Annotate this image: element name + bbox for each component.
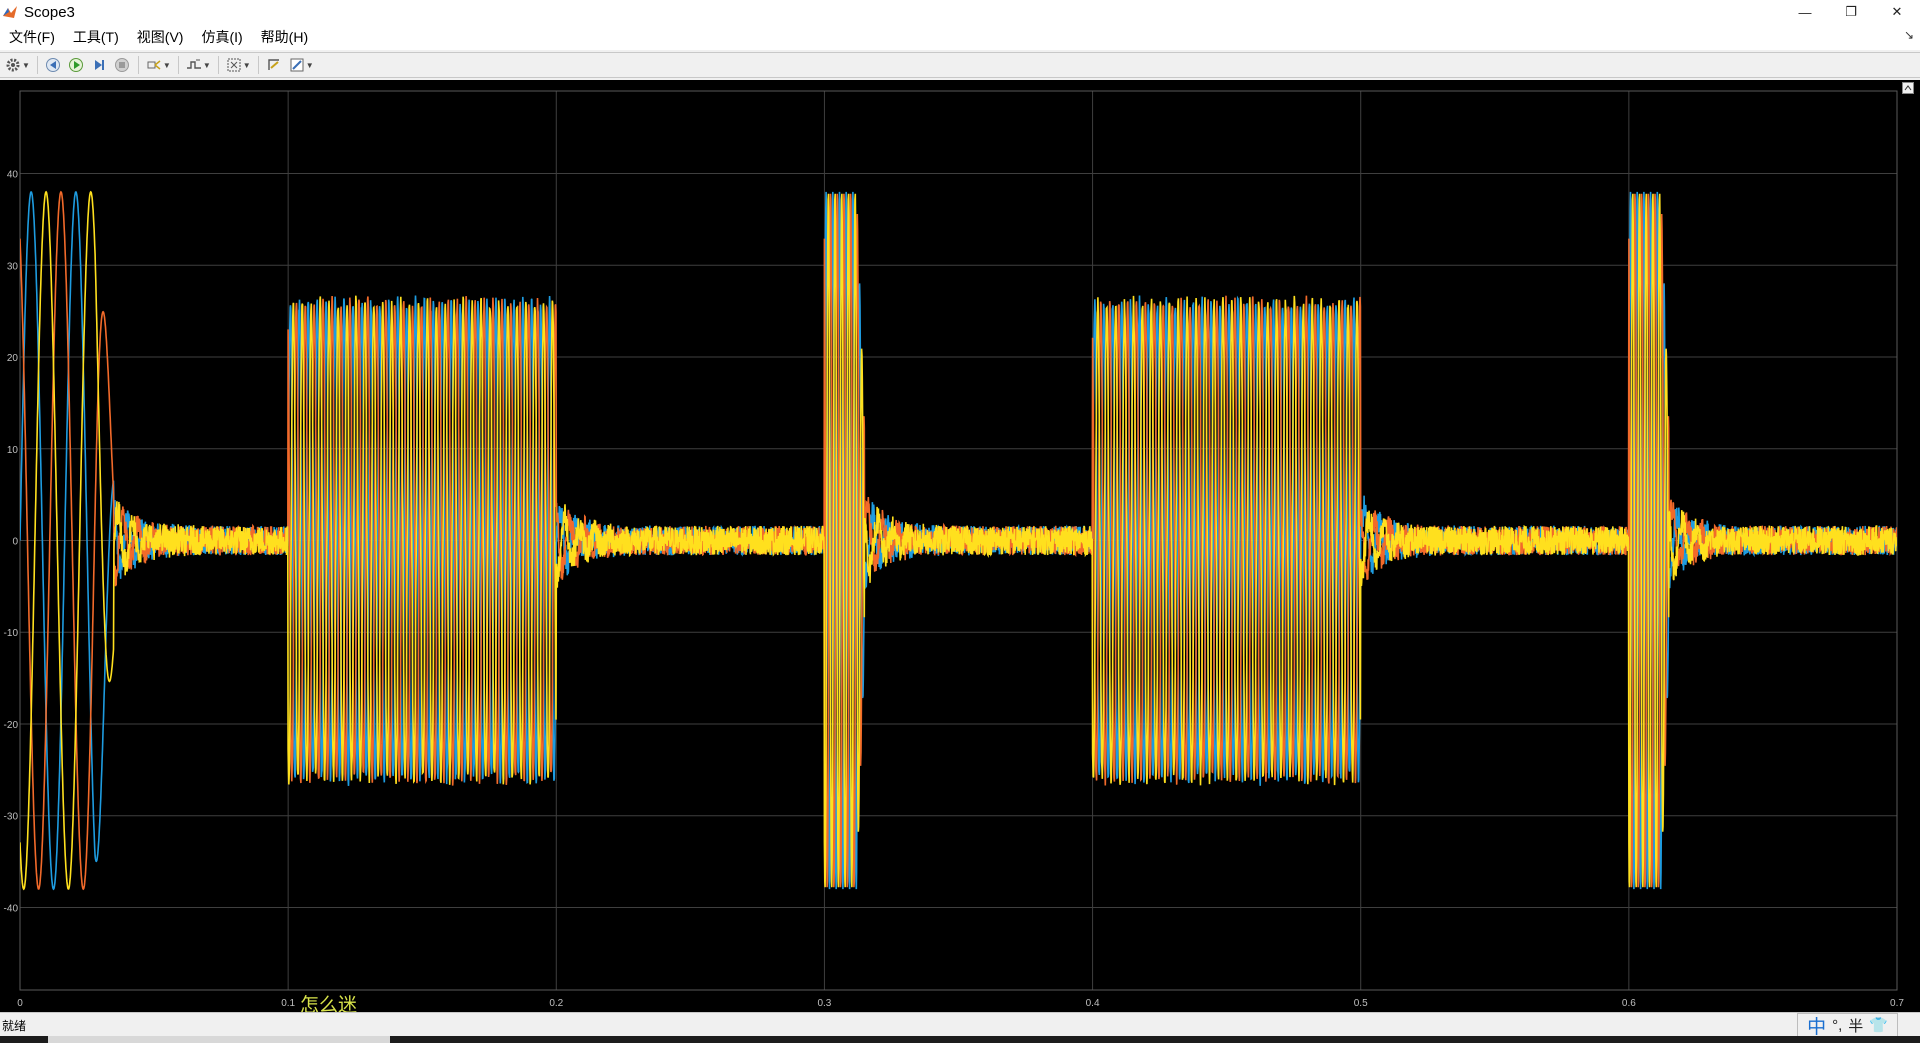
undock-icon[interactable] — [1902, 82, 1914, 94]
ime-toolbar[interactable]: 中 °, 半 👕 — [1797, 1012, 1898, 1039]
y-tick-label: -40 — [4, 903, 19, 914]
restore-button[interactable]: ❐ — [1828, 0, 1874, 24]
chevron-down-icon[interactable]: ▼ — [306, 61, 314, 70]
status-text: 就绪 — [2, 1018, 27, 1033]
scope-display[interactable]: 0 0.1 0.2 0.3 0.4 0.5 0.6 0.7 -40 -30 -20 -10 0 10 20 3… — [0, 80, 1920, 1012]
title-bar: Scope3 — ❐ ✕ — [0, 0, 1920, 24]
step-back-icon — [45, 58, 60, 72]
stop-button[interactable] — [111, 54, 133, 76]
y-tick-label: 30 — [7, 261, 19, 272]
x-tick-label: 0.1 — [281, 998, 295, 1009]
highlight-block-button[interactable] — [143, 54, 165, 76]
minimize-button[interactable]: — — [1782, 0, 1828, 24]
toolbar-separator — [36, 56, 38, 74]
x-tick-label: 0.5 — [1354, 998, 1368, 1009]
style-button[interactable] — [286, 54, 308, 76]
x-tick-label: 0.3 — [817, 998, 831, 1009]
toolbar-separator — [137, 56, 139, 74]
trigger-icon — [186, 59, 201, 69]
matlab-icon — [3, 6, 17, 18]
menu-bar: 文件(F) 工具(T) 视图(V) 仿真(I) 帮助(H) ↘ — [0, 24, 1920, 50]
y-tick-label: 40 — [7, 170, 19, 181]
menu-view[interactable]: 视图(V) — [128, 27, 193, 47]
taskbar-progress — [48, 1036, 390, 1043]
zoom-icon — [227, 58, 241, 72]
x-tick-label: 0.4 — [1086, 998, 1100, 1009]
status-bar: 就绪 — [0, 1012, 1920, 1037]
configuration-button[interactable] — [2, 54, 24, 76]
configuration-icon — [6, 58, 20, 72]
run-icon — [68, 58, 83, 72]
ime-width-toggle[interactable]: 半 — [1848, 1015, 1863, 1036]
chevron-down-icon[interactable]: ▼ — [203, 61, 211, 70]
y-tick-label: -20 — [4, 720, 19, 731]
chevron-down-icon[interactable]: ▼ — [243, 61, 251, 70]
scale-axes-button[interactable] — [263, 54, 285, 76]
menu-tools[interactable]: 工具(T) — [64, 27, 128, 47]
x-tick-label: 0.7 — [1890, 998, 1904, 1009]
scale-axes-icon — [267, 59, 279, 70]
toolbar-separator — [177, 56, 179, 74]
chevron-down-icon[interactable]: ▼ — [163, 61, 171, 70]
step-back-button[interactable] — [42, 54, 64, 76]
chevron-down-icon[interactable]: ▼ — [22, 61, 30, 70]
menu-file[interactable]: 文件(F) — [0, 27, 64, 47]
x-tick-label: 0.6 — [1622, 998, 1636, 1009]
window-title: Scope3 — [24, 3, 75, 21]
y-tick-label: 0 — [12, 537, 18, 548]
toolbar-separator — [257, 56, 259, 74]
step-forward-button[interactable] — [88, 54, 110, 76]
highlight-block-icon — [147, 60, 161, 70]
menu-simulation[interactable]: 仿真(I) — [192, 27, 251, 47]
ime-language-toggle[interactable]: 中 — [1807, 1012, 1826, 1039]
zoom-button[interactable] — [223, 54, 245, 76]
y-tick-label: 20 — [7, 353, 19, 364]
ime-punctuation-toggle[interactable]: °, — [1832, 1017, 1842, 1034]
dock-arrow-icon[interactable]: ↘ — [1904, 28, 1914, 42]
run-button[interactable] — [65, 54, 87, 76]
scope-plot[interactable]: 0 0.1 0.2 0.3 0.4 0.5 0.6 0.7 -40 -30 -20 -10 0 10 20 3… — [0, 80, 1920, 1012]
toolbar: ▼ ▼ ▼ ▼ ▼ — [0, 52, 1920, 78]
style-icon — [290, 58, 304, 72]
window-controls: — ❐ ✕ — [1782, 0, 1920, 24]
y-tick-label: -10 — [4, 628, 19, 639]
y-tick-label: -30 — [4, 812, 19, 823]
y-tick-label: 10 — [7, 445, 19, 456]
close-button[interactable]: ✕ — [1874, 0, 1920, 24]
stop-icon — [114, 58, 129, 72]
ime-skin-icon[interactable]: 👕 — [1869, 1016, 1888, 1034]
trigger-button[interactable] — [183, 54, 205, 76]
menu-help[interactable]: 帮助(H) — [252, 27, 317, 47]
toolbar-separator — [217, 56, 219, 74]
x-tick-label: 0.2 — [549, 998, 563, 1009]
x-tick-label: 0 — [17, 998, 23, 1009]
step-forward-icon — [94, 60, 104, 70]
